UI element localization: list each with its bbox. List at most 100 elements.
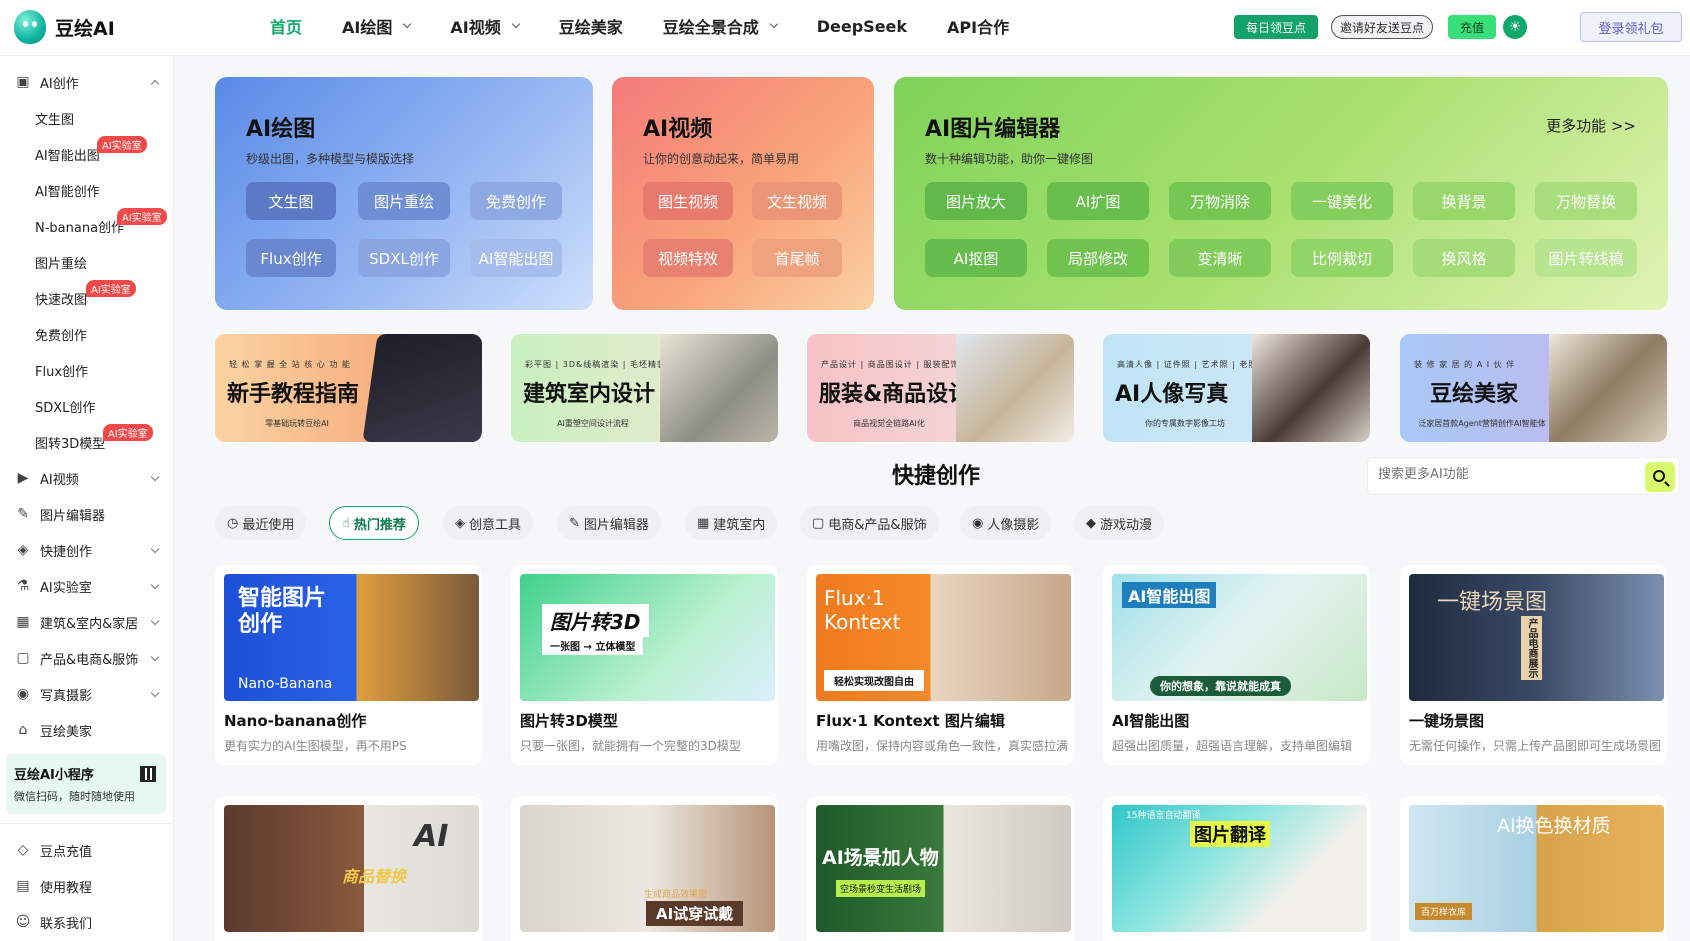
feature-card-nano-banana[interactable]: 智能图片 创作 Nano-Banana Nano-banana创作 更有实力的A…: [215, 565, 482, 765]
nav-deepseek[interactable]: DeepSeek: [817, 17, 907, 36]
hero-button[interactable]: 文生图: [246, 182, 336, 220]
hero-button[interactable]: 万物替换: [1535, 182, 1637, 220]
hero-button[interactable]: 视频特效: [643, 239, 733, 277]
chip-recent[interactable]: ◷ 最近使用: [215, 506, 307, 540]
search-button[interactable]: [1645, 462, 1675, 492]
hero-button[interactable]: 图片转线稿: [1535, 239, 1637, 277]
chip-image-editor[interactable]: ✎ 图片编辑器: [557, 506, 661, 540]
sidebar-item-doujia[interactable]: ⌂ 豆绘美家: [0, 712, 174, 748]
sidebar-item-flux[interactable]: Flux创作: [0, 352, 174, 388]
hero-button[interactable]: 换风格: [1413, 239, 1515, 277]
divider: [0, 823, 174, 824]
sidebar-item-ai-video[interactable]: ▶ AI视频: [0, 460, 174, 496]
recharge-button[interactable]: 充值: [1448, 15, 1496, 39]
sidebar-item-redraw[interactable]: 图片重绘: [0, 244, 174, 280]
card-description: 无需任何操作，只需上传产品图即可生成场景图: [1409, 739, 1662, 753]
nav-label: 首页: [270, 18, 303, 37]
nav-ai-draw[interactable]: AI绘图: [342, 14, 412, 38]
banner-doujia[interactable]: 装 修 家 居 的 A I 伙 伴 豆绘美家 泛家居首款Agent营销创作AI智…: [1400, 334, 1667, 442]
hero-button[interactable]: 图片重绘: [358, 182, 450, 220]
sidebar-item-text2img[interactable]: 文生图: [0, 100, 174, 136]
chip-architecture[interactable]: ▦ 建筑室内: [685, 506, 778, 540]
hero-button[interactable]: 图生视频: [643, 182, 733, 220]
hero-button[interactable]: Flux创作: [246, 239, 336, 277]
hero-button[interactable]: 变清晰: [1169, 239, 1271, 277]
mini-program-card[interactable]: 豆绘AI小程序 微信扫码，随时随地使用: [6, 754, 166, 814]
hero-button[interactable]: 局部修改: [1047, 239, 1149, 277]
logo-icon: [14, 10, 46, 44]
nav-api[interactable]: API合作: [947, 14, 1009, 38]
banner-architecture[interactable]: 彩平图 | 3D&线稿渲染 | 毛坯精装 | 材质转换 建筑室内设计 AI重塑空…: [511, 334, 778, 442]
chip-ecommerce[interactable]: ▢ 电商&产品&服饰: [800, 506, 939, 540]
invite-button[interactable]: 邀请好友送豆点: [1331, 15, 1433, 39]
hero-subtitle: 秒级出图，多种模型与模版选择: [246, 152, 415, 166]
hero-button[interactable]: 文生视频: [752, 182, 842, 220]
hero-button[interactable]: 换背景: [1413, 182, 1515, 220]
feature-card-image-translate[interactable]: 图片翻译 15种语言自动翻译: [1103, 796, 1370, 941]
hero-button[interactable]: 比例裁切: [1291, 239, 1393, 277]
banner-fashion[interactable]: 产品设计 | 商品图设计 | 服装配饰 | AI模特 服装&商品设计 商品视觉全…: [807, 334, 1074, 442]
sidebar-item-ai-create[interactable]: ▣ AI创作: [0, 64, 174, 100]
card-image-tag: 空场景秒变生活剧场: [836, 880, 926, 897]
feature-card-product-replace[interactable]: AI 商品替换: [215, 796, 482, 941]
banner-tutorial[interactable]: 轻 松 掌 握 全 站 核 心 功 能 新手教程指南 零基础玩转豆绘AI: [215, 334, 482, 442]
banner-portrait[interactable]: 高清人像 | 证件照 | 艺术照 | 老照片修复 AI人像写真 你的专属数字影像…: [1103, 334, 1370, 442]
card-image-tag: 一张图 → 立体模型: [542, 636, 644, 655]
nav-home[interactable]: 首页: [270, 14, 302, 38]
sidebar-item-points-recharge[interactable]: ◇ 豆点充值: [0, 832, 174, 868]
feature-card-ai-smart-image[interactable]: AI智能出图 你的想象，靠说就能成真 AI智能出图 超强出图质量，超强语言理解，…: [1103, 565, 1370, 765]
product-icon: ▢: [16, 650, 30, 666]
chip-creative-tools[interactable]: ◈ 创意工具: [443, 506, 534, 540]
sidebar-item-ai-smart-create[interactable]: AI智能创作: [0, 172, 174, 208]
sidebar-item-contact[interactable]: ☺ 联系我们: [0, 904, 174, 940]
hero-button[interactable]: AI抠图: [925, 239, 1027, 277]
sidebar-item-photo[interactable]: ◉ 写真摄影: [0, 676, 174, 712]
hero-button[interactable]: 首尾帧: [752, 239, 842, 277]
banner-footer: 商品视觉全链路AI化: [853, 419, 925, 428]
hero-button[interactable]: 万物消除: [1169, 182, 1271, 220]
chip-hot[interactable]: ☝ 热门推荐: [329, 506, 419, 540]
sidebar-item-label: 联系我们: [40, 916, 93, 932]
hero-button[interactable]: AI智能出图: [470, 239, 562, 277]
camera-icon: ◉: [972, 515, 984, 531]
nav-panorama[interactable]: 豆绘全景合成: [663, 14, 778, 38]
feature-card-recolor[interactable]: AI换色换材质 百万样衣库: [1400, 796, 1667, 941]
feature-card-flux-kontext[interactable]: Flux·1 Kontext 轻松实现改图自由 Flux·1 Kontext 图…: [807, 565, 1074, 765]
hero-button[interactable]: SDXL创作: [358, 239, 450, 277]
banner-tagline: 装 修 家 居 的 A I 伙 伴: [1414, 360, 1516, 369]
login-button[interactable]: 登录领礼包: [1580, 12, 1682, 42]
sidebar-item-sdxl[interactable]: SDXL创作: [0, 388, 174, 424]
feature-card-img-to-3d[interactable]: 图片转3D 一张图 → 立体模型 图片转3D模型 只要一张图，就能拥有一个完整的…: [511, 565, 778, 765]
daily-points-button[interactable]: 每日领豆点: [1234, 15, 1318, 39]
more-features-link[interactable]: 更多功能 >>: [1546, 115, 1636, 136]
feature-card-try-on[interactable]: AI试穿试戴 生成商品效果图: [511, 796, 778, 941]
hero-button[interactable]: 免费创作: [470, 182, 562, 220]
feature-card-scene-image[interactable]: 一键场景图 产品电商展示 一键场景图 无需任何操作，只需上传产品图即可生成场景图: [1400, 565, 1667, 765]
hero-button[interactable]: 一键美化: [1291, 182, 1393, 220]
search-input[interactable]: [1378, 467, 1618, 482]
feature-card-scene-people[interactable]: AI场景加人物 空场景秒变生活剧场: [807, 796, 1074, 941]
sidebar-item-label: 图片重绘: [35, 256, 88, 272]
nav-doujia[interactable]: 豆绘美家: [559, 14, 623, 38]
chip-game-anime[interactable]: ◆ 游戏动漫: [1074, 506, 1165, 540]
logo[interactable]: 豆绘AI: [14, 10, 115, 44]
sidebar-item-image-editor[interactable]: ✎ 图片编辑器: [0, 496, 174, 532]
sidebar-item-img2-3d[interactable]: 图转3D模型 AI实验室: [0, 424, 174, 460]
sidebar-item-tutorial[interactable]: ▤ 使用教程: [0, 868, 174, 904]
sidebar-item-building[interactable]: ▦ 建筑&室内&家居: [0, 604, 174, 640]
theme-toggle-sun-icon[interactable]: ☀: [1503, 15, 1527, 39]
sidebar-item-label: 快捷创作: [40, 544, 93, 560]
sidebar-item-ai-smart-image[interactable]: AI智能出图 AI实验室: [0, 136, 174, 172]
sidebar-item-product[interactable]: ▢ 产品&电商&服饰: [0, 640, 174, 676]
sidebar-item-nbanana[interactable]: N-banana创作 AI实验室: [0, 208, 174, 244]
hero-button[interactable]: 图片放大: [925, 182, 1027, 220]
hero-button[interactable]: AI扩图: [1047, 182, 1149, 220]
sidebar-item-free-create[interactable]: 免费创作: [0, 316, 174, 352]
sidebar: ▣ AI创作 文生图 AI智能出图 AI实验室 AI智能创作 N-banana创作 A…: [0, 56, 174, 941]
sidebar-item-ai-lab[interactable]: ⚗ AI实验室: [0, 568, 174, 604]
chip-portrait[interactable]: ◉ 人像摄影: [960, 506, 1052, 540]
sidebar-item-quick-create[interactable]: ◈ 快捷创作: [0, 532, 174, 568]
sidebar-item-quick-edit[interactable]: 快速改图 AI实验室: [0, 280, 174, 316]
nav-ai-video[interactable]: AI视频: [450, 14, 520, 38]
qr-code-icon[interactable]: [140, 766, 156, 782]
